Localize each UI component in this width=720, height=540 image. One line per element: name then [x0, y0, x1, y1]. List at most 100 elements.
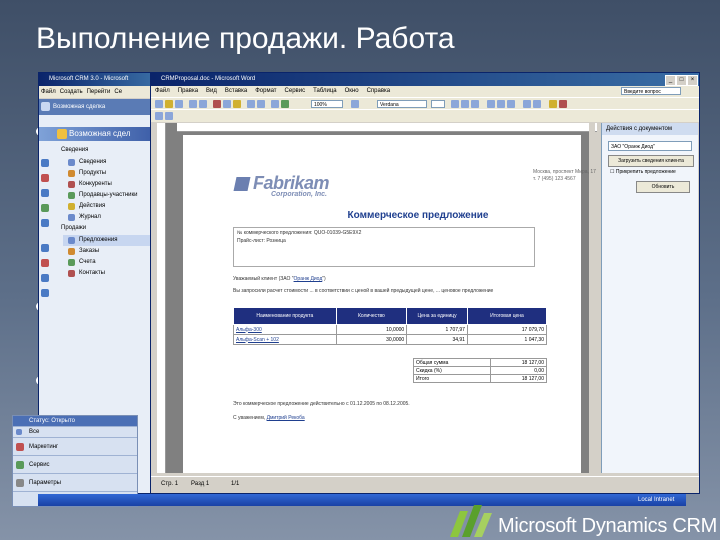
bold-icon[interactable] — [451, 100, 459, 108]
style-icon[interactable] — [155, 112, 163, 120]
customer-select[interactable]: ЗАО "Оранж Диод" — [608, 141, 692, 151]
crm-menubar: Файл Создать Перейти Се — [39, 86, 157, 98]
copy-icon[interactable] — [223, 100, 231, 108]
menu-tools[interactable]: Сервис — [281, 88, 310, 94]
entity-header: Возможная сделка — [39, 99, 157, 115]
table-row: Альфа-300 10,0000 1 707,97 17 079,70 — [233, 324, 548, 335]
menu-edit[interactable]: Правка — [174, 88, 202, 94]
nav-item-sales-team[interactable]: Продавцы-участники — [63, 190, 157, 201]
bottom-nav-all[interactable]: Все — [13, 427, 137, 438]
close-button[interactable]: × — [687, 75, 698, 86]
align-right-icon[interactable] — [507, 100, 515, 108]
nav-item-invoices[interactable]: Счета — [63, 257, 157, 268]
customer-link[interactable]: Оранж Диод — [294, 276, 323, 282]
details-icon — [68, 159, 75, 166]
menu-help[interactable]: Справка — [363, 88, 395, 94]
minimize-button[interactable]: _ — [665, 75, 676, 86]
total-value: 18 127,00 — [489, 358, 548, 367]
horizontal-ruler — [177, 123, 597, 132]
price-list-value: Розница — [266, 238, 286, 244]
numbering-icon[interactable] — [533, 100, 541, 108]
word-titlebar[interactable]: CRMProposal.doc - Microsoft Word _ □ × — [151, 73, 699, 86]
validity-note: Это коммерческое предложение действитель… — [233, 401, 410, 407]
word-title: CRMProposal.doc - Microsoft Word — [161, 76, 256, 82]
font-size-select[interactable] — [431, 100, 445, 108]
underline-icon[interactable] — [471, 100, 479, 108]
document-actions-pane: Действия с документом ЗАО "Оранж Диод" З… — [601, 123, 698, 473]
menu-view[interactable]: Вид — [202, 88, 221, 94]
zoom-select[interactable]: 100% — [311, 100, 343, 108]
signer-link[interactable]: Дмитрий Рекоба — [267, 415, 305, 421]
brand-name: Microsoft Dynamics CRM — [498, 515, 717, 537]
side-icon — [41, 244, 49, 252]
nav-item-orders[interactable]: Заказы — [63, 246, 157, 257]
marketing-icon — [16, 443, 24, 451]
update-button[interactable]: Обновить — [636, 181, 690, 193]
preview-icon[interactable] — [199, 100, 207, 108]
bullets-icon[interactable] — [523, 100, 531, 108]
print-icon[interactable] — [189, 100, 197, 108]
help-search-input[interactable]: Введите вопрос — [621, 87, 681, 95]
column-header: Количество — [335, 307, 408, 325]
side-icon — [41, 274, 49, 282]
nav-group-sales[interactable]: Продажи — [61, 225, 86, 231]
font-color-icon[interactable] — [559, 100, 567, 108]
slide-title: Выполнение продажи. Работа — [36, 22, 455, 55]
align-left-icon[interactable] — [487, 100, 495, 108]
products-table: Наименование продукта Количество Цена за… — [233, 307, 548, 345]
open-icon[interactable] — [165, 100, 173, 108]
totals-table: Общая сумма 18 127,00 Скидка (%) 0,00 Итог… — [413, 358, 548, 383]
nav-item-quotes[interactable]: Предложения — [63, 235, 157, 246]
crm-titlebar[interactable]: Microsoft CRM 3.0 - Microsoft — [39, 73, 157, 86]
show-markup-icon[interactable] — [165, 112, 173, 120]
menu-table[interactable]: Таблица — [309, 88, 341, 94]
contacts-icon — [68, 270, 75, 277]
undo-icon[interactable] — [247, 100, 255, 108]
word-window[interactable]: CRMProposal.doc - Microsoft Word _ □ × Ф… — [150, 72, 700, 494]
task-pane-title: Действия с документом — [602, 123, 698, 135]
nav-item-products[interactable]: Продукты — [63, 168, 157, 179]
attach-quote-checkbox[interactable]: ☐ Прикрепить предложение — [610, 169, 676, 175]
save-icon[interactable] — [175, 100, 183, 108]
product-total: 17 079,70 — [466, 324, 548, 335]
new-icon[interactable] — [155, 100, 163, 108]
product-name[interactable]: Альфа-Scan + 102 — [233, 334, 337, 345]
nav-item-contacts[interactable]: Контакты — [63, 268, 157, 279]
opportunity-icon — [41, 102, 50, 111]
excel-icon[interactable] — [281, 100, 289, 108]
redo-icon[interactable] — [257, 100, 265, 108]
document-page[interactable]: Fabrikam Corporation, Inc. Москва, просп… — [183, 135, 596, 473]
nav-group-details[interactable]: Сведения — [61, 147, 88, 153]
italic-icon[interactable] — [461, 100, 469, 108]
intro-paragraph: Вы запросили расчет стоимости ... в соот… — [233, 288, 494, 294]
menu-format[interactable]: Формат — [251, 88, 280, 94]
help-icon[interactable] — [351, 100, 359, 108]
nav-item-activities[interactable]: Действия — [63, 201, 157, 212]
crm-menu-file[interactable]: Файл — [39, 89, 58, 95]
bottom-nav-settings[interactable]: Параметры — [13, 474, 137, 492]
crm-menu-create[interactable]: Создать — [58, 89, 85, 95]
product-price: 34,91 — [406, 334, 468, 345]
load-customer-button[interactable]: Загрузить сведения клиента — [608, 155, 694, 167]
crm-menu-service[interactable]: Се — [112, 89, 124, 95]
document-area[interactable]: Fabrikam Corporation, Inc. Москва, просп… — [157, 123, 597, 473]
product-price: 1 707,97 — [406, 324, 468, 335]
nav-item-competitors[interactable]: Конкуренты — [63, 179, 157, 190]
nav-item-details[interactable]: Сведения — [63, 157, 157, 168]
menu-insert[interactable]: Вставка — [221, 88, 251, 94]
bottom-nav-marketing[interactable]: Маркетинг — [13, 438, 137, 456]
crm-menu-goto[interactable]: Перейти — [85, 89, 113, 95]
font-select[interactable]: Verdana — [377, 100, 427, 108]
menu-window[interactable]: Окно — [341, 88, 363, 94]
status-section: Разд 1 — [191, 481, 210, 487]
cut-icon[interactable] — [213, 100, 221, 108]
align-center-icon[interactable] — [497, 100, 505, 108]
nav-item-history[interactable]: Журнал — [63, 212, 157, 223]
maximize-button[interactable]: □ — [676, 75, 687, 86]
paste-icon[interactable] — [233, 100, 241, 108]
table-icon[interactable] — [271, 100, 279, 108]
product-name[interactable]: Альфа-300 — [233, 324, 337, 335]
highlight-icon[interactable] — [549, 100, 557, 108]
bottom-nav-service[interactable]: Сервис — [13, 456, 137, 474]
menu-file[interactable]: Файл — [151, 88, 174, 94]
